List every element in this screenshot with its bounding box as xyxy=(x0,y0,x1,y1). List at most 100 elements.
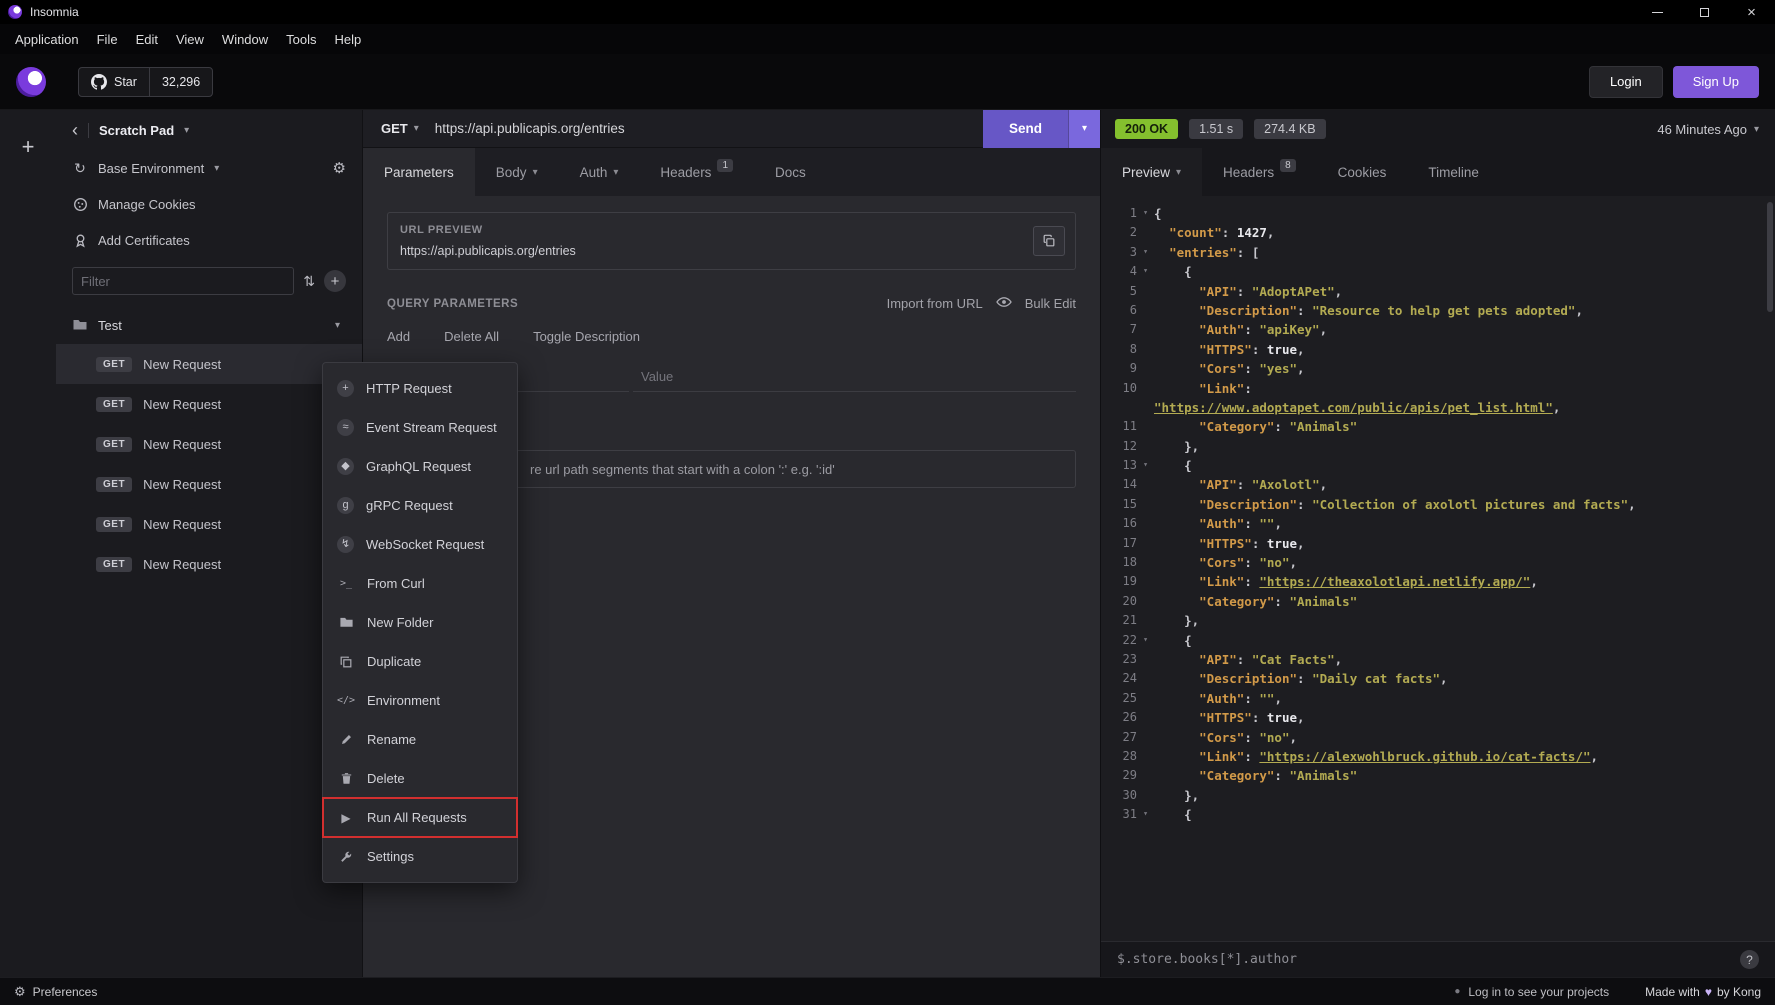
fold-gap xyxy=(1137,495,1154,514)
url-input[interactable]: https://api.publicapis.org/entries xyxy=(435,121,625,136)
request-list-item[interactable]: GET New Request xyxy=(56,544,362,584)
context-menu-item-grpc-request[interactable]: g gRPC Request xyxy=(323,486,517,525)
send-button[interactable]: Send xyxy=(982,109,1068,148)
delete-all-button[interactable]: Delete All xyxy=(444,329,499,344)
bulk-edit-button[interactable]: Bulk Edit xyxy=(1025,296,1076,311)
tab-headers[interactable]: Headers 8 xyxy=(1202,148,1317,196)
minimize-button[interactable] xyxy=(1634,0,1681,24)
chevron-down-icon: ▾ xyxy=(1753,123,1759,135)
context-menu-item-rename[interactable]: Rename xyxy=(323,720,517,759)
request-list-item[interactable]: GET New Request xyxy=(56,464,362,504)
menu-item-file[interactable]: File xyxy=(88,28,127,51)
scrollbar-thumb[interactable] xyxy=(1767,202,1773,312)
sort-icon[interactable]: ⇅ xyxy=(303,273,315,290)
line-number: 12 xyxy=(1122,438,1137,453)
menu-item-help[interactable]: Help xyxy=(326,28,371,51)
request-name: New Request xyxy=(143,396,222,412)
manage-cookies-row[interactable]: Manage Cookies xyxy=(56,186,362,222)
line-number: 28 xyxy=(1122,748,1137,763)
maximize-button[interactable] xyxy=(1681,0,1728,24)
menu-item-tools[interactable]: Tools xyxy=(277,28,325,51)
gear-icon[interactable]: ⚙ xyxy=(333,159,346,177)
tab-headers[interactable]: Headers 1 xyxy=(639,148,754,196)
fold-icon[interactable]: ▾ xyxy=(1137,631,1154,650)
tab-preview[interactable]: Preview ▾ xyxy=(1101,148,1203,196)
chevron-down-icon[interactable]: ▾ xyxy=(335,320,340,331)
context-menu-item-new-folder[interactable]: New Folder xyxy=(323,603,517,642)
toggle-description-button[interactable]: Toggle Description xyxy=(533,329,640,344)
line-number: 17 xyxy=(1122,535,1137,550)
context-menu-item-duplicate[interactable]: Duplicate xyxy=(323,642,517,681)
menu-item-window[interactable]: Window xyxy=(213,28,277,51)
method-dropdown[interactable]: GET ▾ xyxy=(381,121,419,136)
json-link[interactable]: "https://www.adoptapet.com/public/apis/p… xyxy=(1154,400,1553,415)
code-text: "Link": "https://alexwohlbruck.github.io… xyxy=(1199,748,1599,764)
line-number: 21 xyxy=(1122,613,1137,628)
fold-icon[interactable]: ▾ xyxy=(1137,262,1154,281)
context-menu-item-environment[interactable]: </> Environment xyxy=(323,681,517,720)
workspace-name[interactable]: Scratch Pad xyxy=(99,123,174,138)
rename-icon xyxy=(337,733,355,746)
fold-icon[interactable]: ▾ xyxy=(1137,204,1154,223)
code-line: 6 "Description": "Resource to help get p… xyxy=(1101,301,1775,320)
code-text: "API": "Axolotl", xyxy=(1199,477,1328,493)
response-age-label: 46 Minutes Ago xyxy=(1657,121,1747,137)
send-options-button[interactable]: ▾ xyxy=(1067,109,1100,148)
context-menu-item-http-request[interactable]: + HTTP Request xyxy=(323,369,517,408)
context-menu-item-from-curl[interactable]: >_ From Curl xyxy=(323,564,517,603)
request-list-item[interactable]: GET New Request xyxy=(56,424,362,464)
scrollbar[interactable] xyxy=(1765,196,1775,941)
close-button[interactable]: × xyxy=(1728,0,1775,24)
json-link[interactable]: "https://alexwohlbruck.github.io/cat-fac… xyxy=(1259,749,1590,764)
method-badge: GET xyxy=(96,356,133,372)
filter-bar: ⇅ + xyxy=(56,258,362,306)
request-list-item[interactable]: GET New Request xyxy=(56,504,362,544)
github-star-button[interactable]: Star xyxy=(79,68,149,96)
tab-body[interactable]: Body ▾ xyxy=(475,148,559,196)
preferences-button[interactable]: ⚙ Preferences xyxy=(14,984,97,1000)
folder-row-test[interactable]: Test ▾ xyxy=(56,306,362,344)
json-link[interactable]: "https://theaxolotlapi.netlify.app/" xyxy=(1259,574,1530,589)
back-chevron-icon[interactable]: ‹ xyxy=(72,121,78,139)
context-menu-item-run-all-requests[interactable]: ▶ Run All Requests xyxy=(322,797,518,838)
fold-icon[interactable]: ▾ xyxy=(1137,243,1154,262)
menu-item-application[interactable]: Application xyxy=(6,28,88,51)
request-list-item[interactable]: GET New Request xyxy=(56,384,362,424)
tab-timeline[interactable]: Timeline xyxy=(1407,148,1500,196)
context-menu-item-settings[interactable]: Settings xyxy=(323,837,517,876)
github-star-widget[interactable]: Star 32,296 xyxy=(78,66,214,97)
base-environment-row[interactable]: ↻ Base Environment ▾ ⚙ xyxy=(56,150,362,186)
tab-cookies[interactable]: Cookies xyxy=(1317,148,1408,196)
context-menu-item-delete[interactable]: Delete xyxy=(323,759,517,798)
menu-item-view[interactable]: View xyxy=(167,28,213,51)
filter-input[interactable] xyxy=(72,267,295,295)
add-workspace-button[interactable]: + xyxy=(22,136,35,977)
menu-item-edit[interactable]: Edit xyxy=(127,28,167,51)
chevron-down-icon[interactable]: ▾ xyxy=(184,125,189,136)
context-menu-item-graphql-request[interactable]: ◆ GraphQL Request xyxy=(323,447,517,486)
star-count[interactable]: 32,296 xyxy=(150,68,212,96)
copy-button[interactable] xyxy=(1033,226,1065,256)
tab-parameters[interactable]: Parameters xyxy=(363,148,475,196)
add-button[interactable]: Add xyxy=(387,329,410,344)
eye-icon[interactable] xyxy=(995,294,1012,313)
response-history-dropdown[interactable]: 46 Minutes Ago ▾ xyxy=(1657,122,1759,137)
login-hint[interactable]: ● Log in to see your projects xyxy=(1454,985,1609,999)
import-from-url-button[interactable]: Import from URL xyxy=(887,296,983,311)
add-certificates-row[interactable]: Add Certificates xyxy=(56,222,362,258)
help-icon[interactable]: ? xyxy=(1740,950,1759,969)
context-menu-item-websocket-request[interactable]: ↯ WebSocket Request xyxy=(323,525,517,564)
jsonpath-filter-input[interactable] xyxy=(1117,952,1740,967)
fold-icon[interactable]: ▾ xyxy=(1137,456,1154,475)
login-button[interactable]: Login xyxy=(1588,65,1663,98)
add-request-button[interactable]: + xyxy=(324,270,346,292)
param-value-input[interactable] xyxy=(633,362,1076,392)
request-list-item[interactable]: GET New Request xyxy=(56,344,362,384)
fold-icon[interactable]: ▾ xyxy=(1137,805,1154,824)
context-menu-item-event-stream-request[interactable]: ≈ Event Stream Request xyxy=(323,408,517,447)
tab-auth[interactable]: Auth ▾ xyxy=(559,148,640,196)
line-number: 1 xyxy=(1129,206,1137,220)
fold-gap xyxy=(1137,534,1154,553)
tab-docs[interactable]: Docs xyxy=(754,148,827,196)
signup-button[interactable]: Sign Up xyxy=(1672,65,1759,98)
